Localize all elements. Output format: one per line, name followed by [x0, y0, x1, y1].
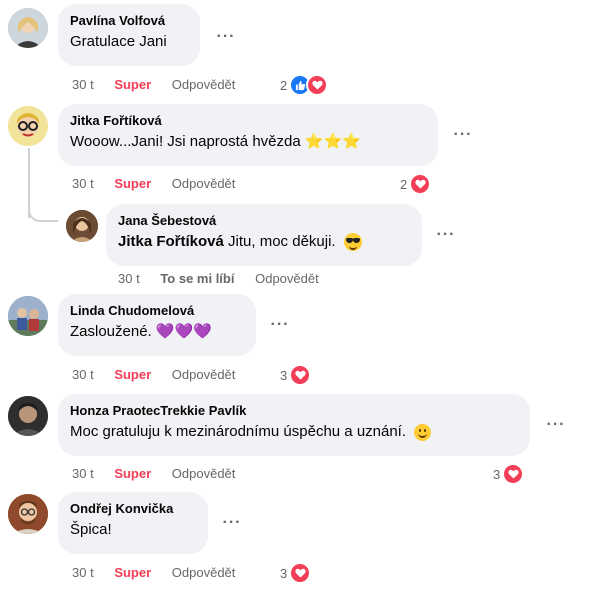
more-options-icon[interactable]: ··· — [268, 317, 292, 342]
comment-actions: 30 t Super Odpovědět — [72, 466, 252, 482]
reaction-count: 3 — [493, 466, 501, 482]
comment-text-line: Moc gratuluju k mezinárodnímu úspěchu a … — [70, 422, 518, 442]
timestamp[interactable]: 30 t — [72, 367, 94, 383]
timestamp[interactable]: 30 t — [72, 176, 94, 192]
comment-actions: 30 t To se mi líbí Odpovědět — [118, 271, 336, 287]
comment-text: Špica! — [70, 521, 112, 538]
comment-text-line: Jitka Fořtíková Jitu, moc děkuji. — [118, 232, 410, 252]
reaction-count: 3 — [280, 565, 288, 581]
avatar[interactable] — [8, 396, 48, 436]
reply-button[interactable]: Odpovědět — [172, 367, 236, 383]
reaction-summary[interactable]: 3 — [493, 463, 525, 485]
comment-text-line: Wooow...Jani! Jsi naprostá hvězda ⭐⭐⭐ — [70, 132, 426, 152]
avatar[interactable] — [8, 106, 48, 146]
reaction-count: 3 — [280, 367, 288, 383]
smile-emoji — [414, 423, 432, 441]
star-emoji: ⭐⭐⭐ — [304, 133, 361, 151]
like-button[interactable]: To se mi líbí — [160, 271, 234, 287]
love-icon — [306, 74, 329, 96]
reaction-summary[interactable]: 3 — [280, 364, 312, 386]
avatar[interactable] — [8, 296, 48, 336]
reply-button[interactable]: Odpovědět — [172, 466, 236, 482]
comment-author[interactable]: Ondřej Konvička — [70, 500, 196, 517]
reply-button[interactable]: Odpovědět — [172, 565, 236, 581]
comment-text: Zasloužené. — [70, 323, 152, 340]
comment-author[interactable]: Pavlína Volfová — [70, 12, 188, 29]
comment-author[interactable]: Jitka Fořtíková — [70, 112, 426, 129]
comment-text: Moc gratuluju k mezinárodnímu úspěchu a … — [70, 423, 407, 440]
reaction-summary[interactable]: 2 — [280, 74, 329, 96]
timestamp[interactable]: 30 t — [118, 271, 140, 287]
comment-text: Gratulace Jani — [70, 33, 167, 50]
timestamp[interactable]: 30 t — [72, 466, 94, 482]
reaction-summary[interactable]: 2 — [400, 173, 432, 195]
comment-author[interactable]: Honza PraotecTrekkie Pavlík — [70, 402, 518, 419]
reaction-summary[interactable]: 3 — [280, 562, 312, 584]
more-options-icon[interactable]: ··· — [451, 127, 475, 152]
love-icon — [409, 173, 432, 195]
reaction-button[interactable]: Super — [114, 176, 151, 192]
more-options-icon[interactable]: ··· — [434, 227, 458, 252]
comment-author[interactable]: Jana Šebestová — [118, 212, 410, 229]
comment-author[interactable]: Linda Chudomelová — [70, 302, 244, 319]
comment-actions: 30 t Super Odpovědět — [72, 367, 252, 383]
reaction-count: 2 — [400, 176, 408, 192]
comment-bubble: Linda Chudomelová Zasloužené. 💜💜💜 — [58, 294, 256, 356]
reaction-count: 2 — [280, 77, 288, 93]
more-options-icon[interactable]: ··· — [214, 29, 238, 54]
comment-text-line: Zasloužené. 💜💜💜 — [70, 322, 244, 342]
reaction-button[interactable]: Super — [114, 77, 151, 93]
comment-bubble: Jana Šebestová Jitka Fořtíková Jitu, moc… — [106, 204, 422, 266]
reply-button[interactable]: Odpovědět — [172, 176, 236, 192]
comment-text: Jitu, moc děkuji. — [228, 233, 336, 250]
comment-bubble: Jitka Fořtíková Wooow...Jani! Jsi napros… — [58, 104, 438, 166]
reaction-button[interactable]: Super — [114, 466, 151, 482]
comment-text: Wooow...Jani! Jsi naprostá hvězda — [70, 133, 301, 150]
comment-actions: 30 t Super Odpovědět — [72, 565, 252, 581]
comment-bubble: Honza PraotecTrekkie Pavlík Moc gratuluj… — [58, 394, 530, 456]
love-icon — [289, 364, 312, 386]
comment-actions: 30 t Super Odpovědět — [72, 77, 252, 93]
love-icon — [289, 562, 312, 584]
comment-bubble: Pavlína Volfová Gratulace Jani — [58, 4, 200, 66]
comment-bubble: Ondřej Konvička Špica! — [58, 492, 208, 554]
reaction-button[interactable]: Super — [114, 565, 151, 581]
reply-button[interactable]: Odpovědět — [172, 77, 236, 93]
timestamp[interactable]: 30 t — [72, 77, 94, 93]
more-options-icon[interactable]: ··· — [220, 515, 244, 540]
sunglasses-emoji — [343, 233, 362, 252]
purple-heart-emoji: 💜💜💜 — [155, 323, 212, 341]
mention-link[interactable]: Jitka Fořtíková — [118, 233, 224, 250]
reply-button[interactable]: Odpovědět — [255, 271, 319, 287]
timestamp[interactable]: 30 t — [72, 565, 94, 581]
avatar[interactable] — [8, 8, 48, 48]
avatar[interactable] — [8, 494, 48, 534]
more-options-icon[interactable]: ··· — [544, 417, 568, 442]
love-icon — [502, 463, 525, 485]
comment-actions: 30 t Super Odpovědět — [72, 176, 252, 192]
thread-line-curve — [28, 204, 58, 222]
reaction-button[interactable]: Super — [114, 367, 151, 383]
avatar[interactable] — [66, 210, 98, 242]
